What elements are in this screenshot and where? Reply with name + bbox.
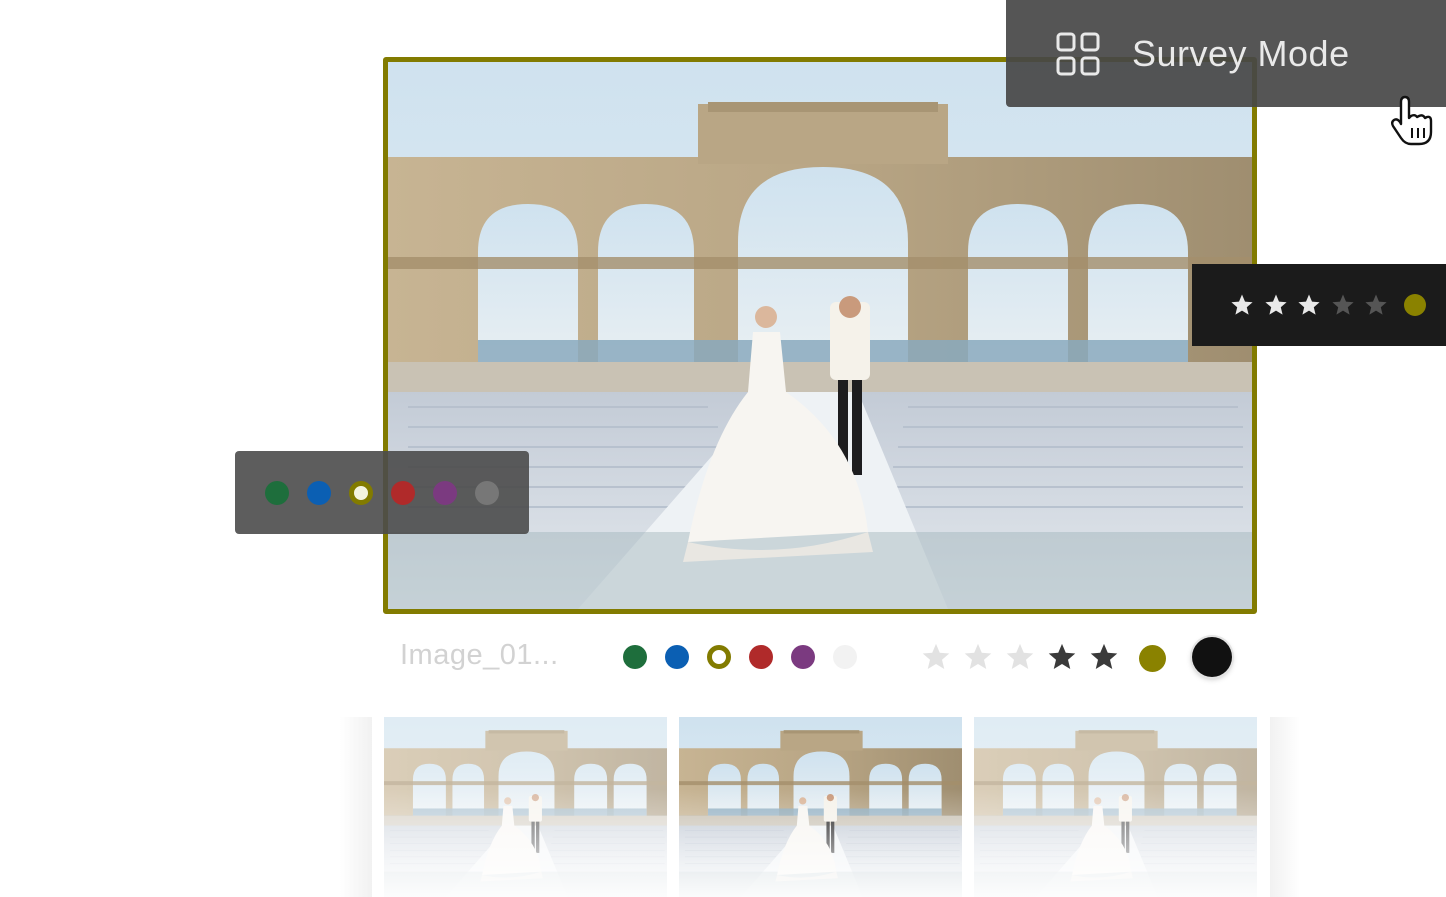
color-label-blue[interactable] — [307, 480, 331, 505]
color-label-picker — [235, 451, 529, 534]
color-label-purple[interactable] — [433, 480, 457, 505]
image-info-bar: Image_01... — [383, 630, 1257, 685]
star-icon[interactable] — [1230, 293, 1254, 317]
grid-icon — [1056, 32, 1100, 75]
survey-mode-label: Survey Mode — [1132, 32, 1350, 74]
color-label-green[interactable] — [265, 480, 289, 505]
color-label-indicator — [1139, 645, 1166, 672]
star-icon[interactable] — [1331, 293, 1355, 317]
color-label-indicator — [1403, 294, 1426, 316]
rating-overlay — [1192, 264, 1446, 346]
color-swatch-button[interactable] — [1192, 637, 1232, 677]
color-label-red[interactable] — [749, 645, 773, 669]
filmstrip-edge-right — [1270, 717, 1300, 897]
color-label-blue[interactable] — [665, 645, 689, 669]
rating-stars[interactable] — [1230, 293, 1398, 317]
thumbnail-3[interactable] — [974, 717, 1257, 897]
star-icon[interactable] — [1364, 293, 1388, 317]
star-icon[interactable] — [920, 642, 952, 672]
filmstrip — [340, 717, 1300, 897]
color-label-gray[interactable] — [475, 480, 499, 505]
color-label-purple[interactable] — [791, 645, 815, 669]
star-icon[interactable] — [1004, 642, 1036, 672]
star-icon[interactable] — [1046, 642, 1078, 672]
filmstrip-edge-left — [340, 717, 372, 897]
survey-mode-button[interactable]: Survey Mode — [1006, 0, 1446, 107]
thumbnail-2[interactable] — [679, 717, 962, 897]
color-label-none[interactable] — [833, 645, 857, 669]
hand-pointer-icon — [1391, 95, 1433, 146]
color-label-red[interactable] — [391, 480, 415, 505]
star-icon[interactable] — [1297, 293, 1321, 317]
color-label-olive[interactable] — [349, 480, 373, 505]
filename-label: Image_01... — [400, 639, 559, 671]
thumbnail-1[interactable] — [384, 717, 667, 897]
color-label-olive[interactable] — [707, 645, 731, 669]
star-icon[interactable] — [1088, 642, 1120, 672]
star-icon[interactable] — [1264, 293, 1288, 317]
color-label-green[interactable] — [623, 645, 647, 669]
star-icon[interactable] — [962, 642, 994, 672]
